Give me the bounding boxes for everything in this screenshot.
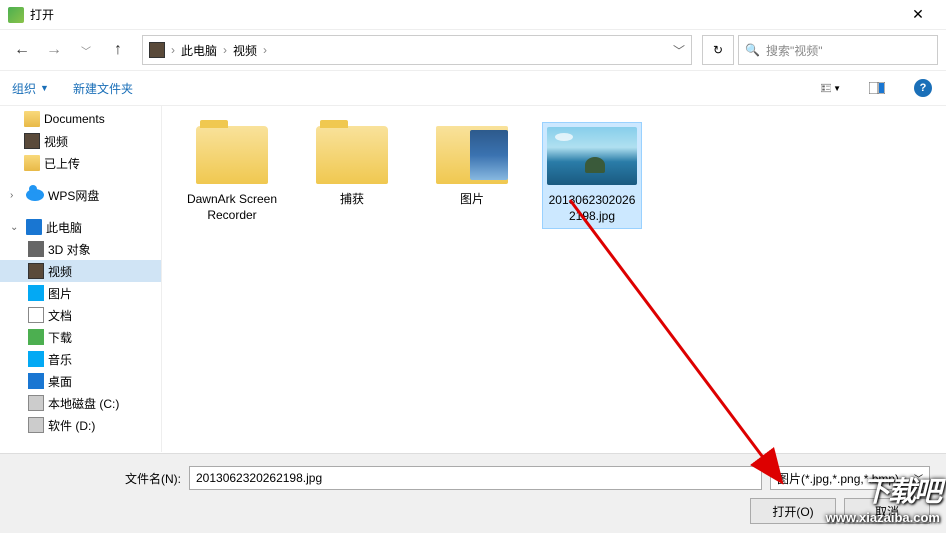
titlebar: 打开 ✕ (0, 0, 946, 30)
tree-item-documents[interactable]: Documents (0, 108, 161, 130)
image-thumbnail (547, 127, 637, 185)
filename-label: 文件名(N): (16, 470, 181, 487)
document-icon (28, 307, 44, 323)
help-button[interactable]: ? (912, 77, 934, 99)
main-area: Documents 视频 已上传 ›WPS网盘 ⌄此电脑 3D 对象 视频 图片… (0, 106, 946, 452)
tree-item-disk-c[interactable]: 本地磁盘 (C:) (0, 392, 161, 414)
address-bar[interactable]: › 此电脑 › 视频 › ﹀ (142, 35, 692, 65)
folder-item[interactable]: 捕获 (302, 122, 402, 212)
refresh-button[interactable]: ↻ (702, 35, 734, 65)
view-options-button[interactable]: ▼ (820, 77, 842, 99)
search-input[interactable]: 🔍 搜索"视频" (738, 35, 938, 65)
tree-item-downloads[interactable]: 下载 (0, 326, 161, 348)
recent-dropdown[interactable]: ﹀ (72, 36, 100, 64)
cloud-icon (26, 189, 44, 201)
window-title: 打开 (30, 6, 898, 23)
back-button[interactable]: ← (8, 36, 36, 64)
search-placeholder: 搜索"视频" (766, 42, 823, 59)
navigation-tree: Documents 视频 已上传 ›WPS网盘 ⌄此电脑 3D 对象 视频 图片… (0, 106, 162, 452)
tree-item-wps[interactable]: ›WPS网盘 (0, 184, 161, 206)
watermark-url: www.xiazaiba.com (826, 510, 940, 525)
app-icon (8, 7, 24, 23)
preview-pane-button[interactable] (866, 77, 888, 99)
folder-icon (196, 126, 268, 184)
chevron-right-icon: › (171, 43, 175, 57)
desktop-icon (28, 373, 44, 389)
address-dropdown[interactable]: ﹀ (673, 42, 685, 59)
tree-item-uploaded[interactable]: 已上传 (0, 152, 161, 174)
tree-item-desktop[interactable]: 桌面 (0, 370, 161, 392)
chevron-right-icon: › (223, 43, 227, 57)
3d-icon (28, 241, 44, 257)
tree-item-music[interactable]: 音乐 (0, 348, 161, 370)
bottom-panel: 文件名(N): 图片(*.jpg,*.png,*.bmp) ﹀ 打开(O) 取消 (0, 453, 946, 533)
file-item-selected[interactable]: 20130623020262198.jpg (542, 122, 642, 229)
help-icon: ? (914, 79, 932, 97)
forward-button: → (40, 36, 68, 64)
chevron-down-icon: ▼ (40, 83, 49, 93)
file-list[interactable]: DawnArk Screen Recorder 捕获 图片 2013062302… (162, 106, 946, 452)
folder-item[interactable]: 图片 (422, 122, 522, 212)
tree-item-pictures[interactable]: 图片 (0, 282, 161, 304)
pc-icon (26, 219, 42, 235)
search-icon: 🔍 (745, 43, 760, 57)
breadcrumb-root[interactable]: 此电脑 (181, 42, 217, 59)
folder-icon (436, 126, 508, 184)
folder-icon (24, 155, 40, 171)
watermark-text: 下载吧 (862, 470, 940, 510)
organize-menu[interactable]: 组织 ▼ (12, 80, 49, 97)
collapse-icon[interactable]: ⌄ (10, 222, 22, 233)
tree-item-video[interactable]: 视频 (0, 130, 161, 152)
up-button[interactable]: ↑ (104, 36, 132, 64)
video-icon (24, 133, 40, 149)
expand-icon[interactable]: › (10, 190, 22, 201)
chevron-right-icon: › (263, 43, 267, 57)
video-icon (28, 263, 44, 279)
download-icon (28, 329, 44, 345)
disk-icon (28, 395, 44, 411)
folder-icon (24, 111, 40, 127)
filename-input[interactable] (189, 466, 762, 490)
video-location-icon (149, 42, 165, 58)
close-button[interactable]: ✕ (898, 6, 938, 23)
disk-icon (28, 417, 44, 433)
music-icon (28, 351, 44, 367)
item-label: 20130623020262198.jpg (547, 193, 637, 224)
toolbar: 组织 ▼ 新建文件夹 ▼ ? (0, 70, 946, 106)
item-label: 捕获 (306, 192, 398, 208)
pictures-icon (28, 285, 44, 301)
folder-item[interactable]: DawnArk Screen Recorder (182, 122, 282, 227)
folder-icon (316, 126, 388, 184)
tree-item-video-selected[interactable]: 视频 (0, 260, 161, 282)
tree-item-disk-d[interactable]: 软件 (D:) (0, 414, 161, 436)
navigation-bar: ← → ﹀ ↑ › 此电脑 › 视频 › ﹀ ↻ 🔍 搜索"视频" (0, 30, 946, 70)
tree-item-pc[interactable]: ⌄此电脑 (0, 216, 161, 238)
tree-item-docs[interactable]: 文档 (0, 304, 161, 326)
item-label: 图片 (426, 192, 518, 208)
breadcrumb-folder[interactable]: 视频 (233, 42, 257, 59)
new-folder-button[interactable]: 新建文件夹 (73, 80, 133, 97)
item-label: DawnArk Screen Recorder (186, 192, 278, 223)
watermark: 下载吧 www.xiazaiba.com (820, 466, 946, 529)
tree-item-3d[interactable]: 3D 对象 (0, 238, 161, 260)
